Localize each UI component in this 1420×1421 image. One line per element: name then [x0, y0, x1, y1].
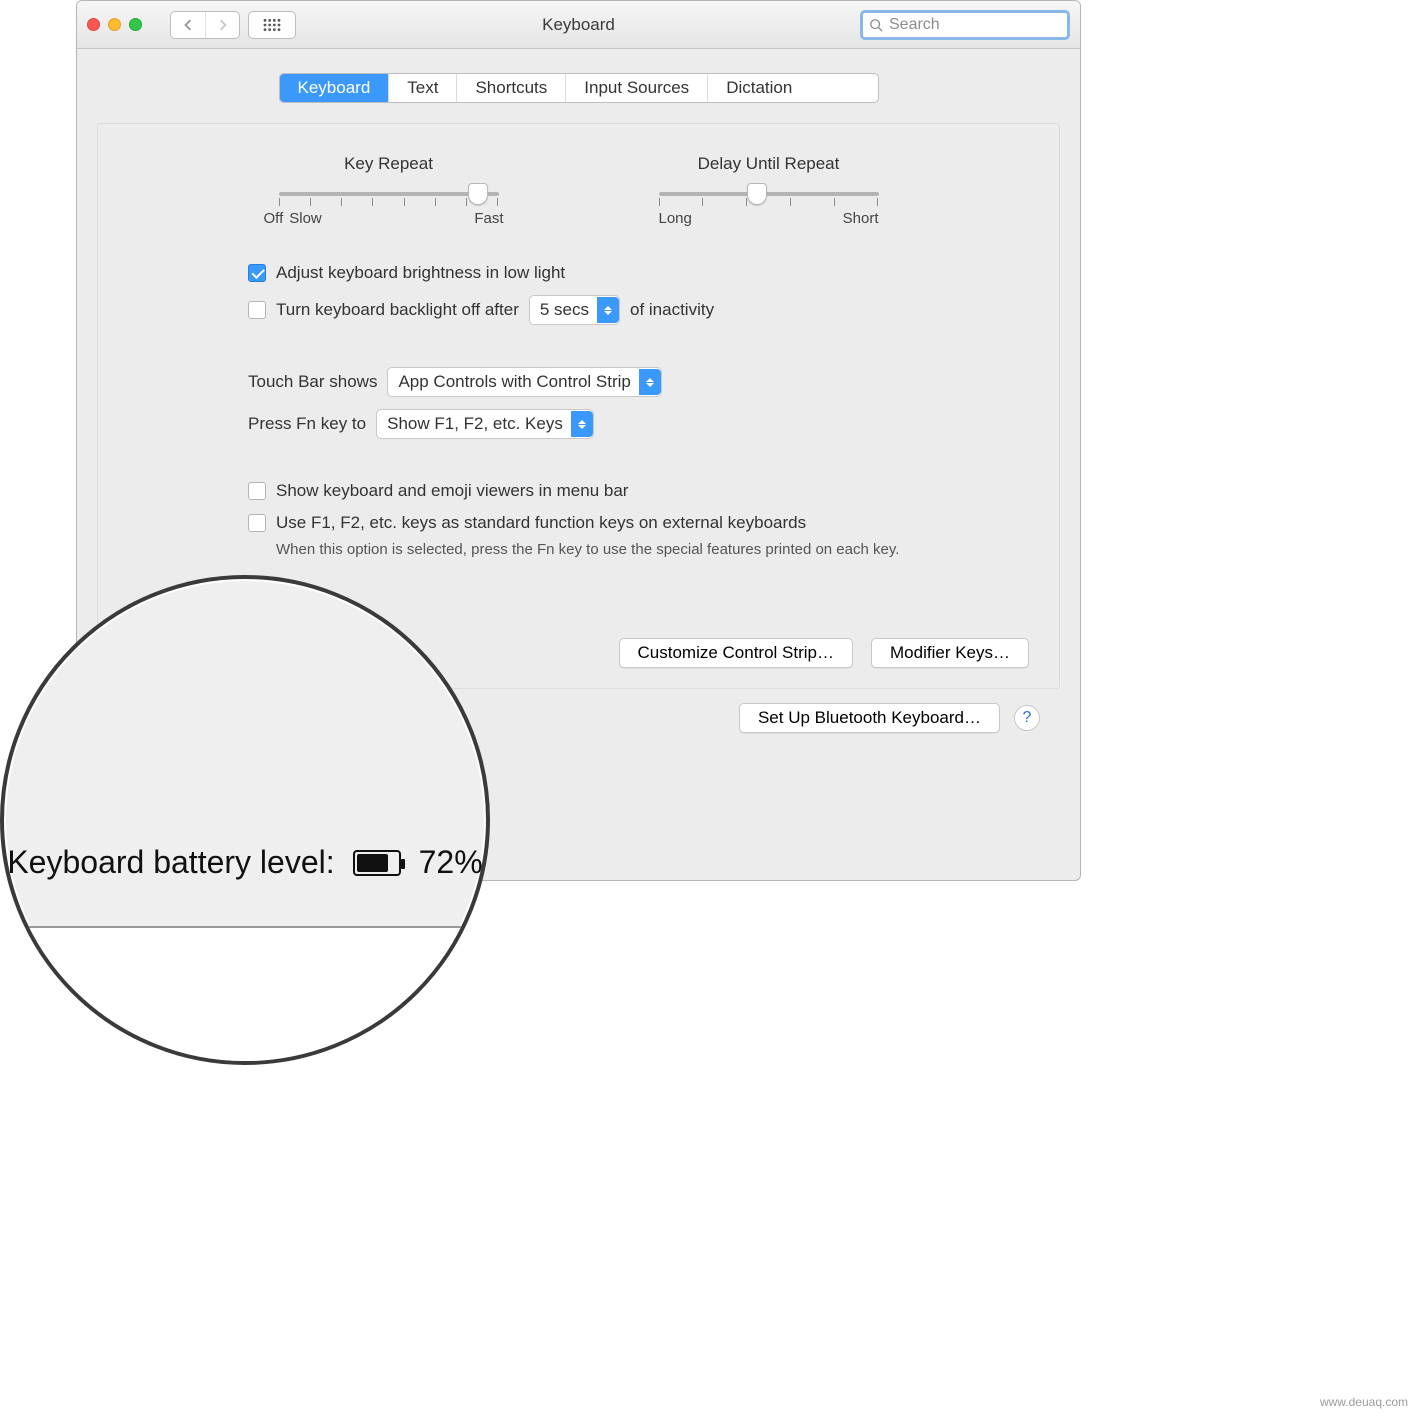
backlight-off-select[interactable]: 5 secs	[529, 295, 620, 325]
key-repeat-fast: Fast	[474, 210, 503, 227]
window-title: Keyboard	[542, 15, 615, 35]
delay-label: Delay Until Repeat	[698, 154, 840, 174]
key-repeat-slider[interactable]	[279, 192, 499, 196]
help-button[interactable]: ?	[1014, 705, 1040, 731]
zoom-icon[interactable]	[129, 18, 142, 31]
minimize-icon[interactable]	[108, 18, 121, 31]
customize-control-strip-button[interactable]: Customize Control Strip…	[619, 638, 854, 668]
key-repeat-slow: Slow	[289, 210, 322, 227]
key-repeat-slider-block: Key Repeat Off Slow Fast	[259, 154, 519, 227]
tab-text[interactable]: Text	[389, 74, 457, 102]
magnifier-callout: Keyboard battery level: 72%	[0, 575, 490, 1065]
nav-buttons	[170, 11, 240, 39]
setup-bluetooth-keyboard-button[interactable]: Set Up Bluetooth Keyboard…	[739, 703, 1000, 733]
options: Adjust keyboard brightness in low light …	[248, 263, 1029, 558]
delay-slider-block: Delay Until Repeat Long Short	[639, 154, 899, 227]
forward-button[interactable]	[205, 12, 239, 38]
adjust-brightness-checkbox[interactable]	[248, 264, 266, 282]
delay-slider[interactable]	[659, 192, 879, 196]
chevron-up-down-icon	[571, 411, 593, 437]
close-icon[interactable]	[87, 18, 100, 31]
touch-bar-select[interactable]: App Controls with Control Strip	[387, 367, 661, 397]
search-icon	[869, 18, 883, 32]
battery-icon	[353, 850, 401, 876]
chevron-left-icon	[182, 19, 194, 31]
show-viewers-label: Show keyboard and emoji viewers in menu …	[276, 481, 628, 501]
tab-input-sources[interactable]: Input Sources	[566, 74, 708, 102]
tab-shortcuts[interactable]: Shortcuts	[457, 74, 566, 102]
watermark: www.deuaq.com	[1320, 1395, 1408, 1409]
chevron-right-icon	[217, 19, 229, 31]
fn-key-value: Show F1, F2, etc. Keys	[387, 414, 563, 434]
tabs: Keyboard Text Shortcuts Input Sources Di…	[279, 73, 879, 103]
tab-dictation[interactable]: Dictation	[708, 74, 810, 102]
touch-bar-prefix: Touch Bar shows	[248, 372, 377, 392]
sliders: Key Repeat Off Slow Fast	[128, 154, 1029, 227]
key-repeat-off: Off	[264, 210, 284, 227]
chevron-up-down-icon	[597, 297, 619, 323]
battery-percent: 72%	[419, 844, 483, 881]
key-repeat-label: Key Repeat	[344, 154, 433, 174]
delay-short: Short	[843, 210, 879, 227]
chevron-up-down-icon	[639, 369, 661, 395]
backlight-off-checkbox[interactable]	[248, 301, 266, 319]
backlight-off-prefix: Turn keyboard backlight off after	[276, 300, 519, 320]
tab-keyboard[interactable]: Keyboard	[280, 74, 390, 102]
use-fn-checkbox[interactable]	[248, 514, 266, 532]
show-viewers-checkbox[interactable]	[248, 482, 266, 500]
adjust-brightness-label: Adjust keyboard brightness in low light	[276, 263, 565, 283]
touch-bar-value: App Controls with Control Strip	[398, 372, 630, 392]
modifier-keys-button[interactable]: Modifier Keys…	[871, 638, 1029, 668]
delay-long: Long	[659, 210, 692, 227]
search-placeholder: Search	[889, 16, 940, 34]
titlebar: Keyboard Search	[77, 1, 1080, 49]
show-all-button[interactable]	[248, 11, 296, 39]
search-field[interactable]: Search	[860, 10, 1070, 40]
back-button[interactable]	[171, 12, 205, 38]
battery-label: Keyboard battery level:	[7, 844, 334, 881]
grid-icon	[262, 18, 282, 32]
use-fn-label: Use F1, F2, etc. keys as standard functi…	[276, 513, 806, 533]
use-fn-help: When this option is selected, press the …	[276, 541, 1029, 558]
window-controls	[87, 18, 142, 31]
fn-key-select[interactable]: Show F1, F2, etc. Keys	[376, 409, 594, 439]
backlight-off-value: 5 secs	[540, 300, 589, 320]
fn-key-prefix: Press Fn key to	[248, 414, 366, 434]
backlight-off-suffix: of inactivity	[630, 300, 714, 320]
